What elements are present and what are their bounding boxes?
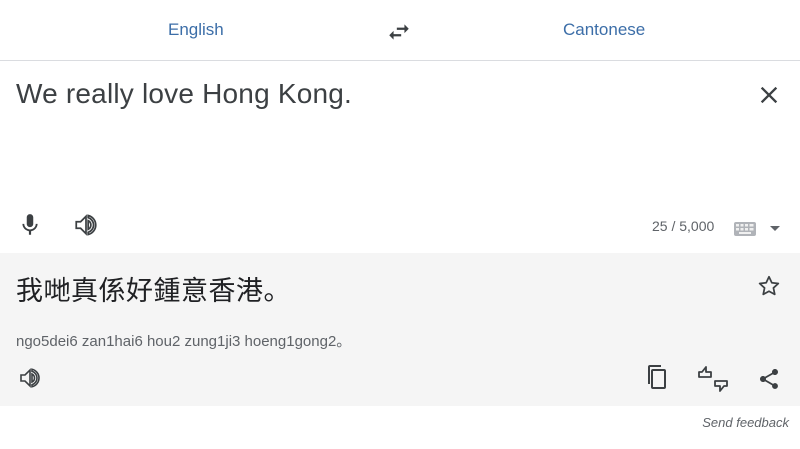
close-icon	[760, 86, 778, 104]
share-translation-button[interactable]	[757, 365, 781, 393]
keyboard-button[interactable]	[733, 221, 757, 237]
translation-panel: 我哋真係好鍾意香港。 ngo5dei6 zan1hai6 hou2 zung1j…	[0, 253, 800, 406]
share-icon	[760, 369, 778, 389]
star-icon	[758, 275, 780, 296]
source-language-button[interactable]: English	[168, 20, 224, 40]
microphone-icon	[22, 214, 38, 235]
language-bar: English Cantonese	[0, 0, 800, 61]
speaker-icon	[75, 214, 97, 236]
speaker-icon	[20, 368, 40, 388]
swap-languages-button[interactable]	[386, 19, 412, 45]
keyboard-options-dropdown[interactable]	[769, 224, 781, 234]
clear-text-button[interactable]	[755, 81, 783, 109]
rate-translation-button[interactable]	[697, 365, 729, 393]
voice-input-button[interactable]	[17, 211, 43, 239]
send-feedback-link[interactable]: Send feedback	[702, 415, 789, 430]
dropdown-arrow-icon	[770, 226, 780, 231]
swap-horiz-icon	[389, 24, 409, 40]
copy-icon	[648, 365, 666, 389]
copy-translation-button[interactable]	[645, 364, 669, 392]
translation-text: 我哋真係好鍾意香港。	[16, 276, 291, 307]
character-count: 25 / 5,000	[652, 218, 715, 234]
listen-translation-button[interactable]	[17, 366, 43, 390]
save-translation-button[interactable]	[756, 273, 782, 299]
romanization-text: ngo5dei6 zan1hai6 hou2 zung1ji3 hoeng1go…	[16, 333, 352, 350]
source-text-input[interactable]: We really love Hong Kong.	[16, 78, 352, 110]
target-language-button[interactable]: Cantonese	[563, 20, 645, 40]
listen-source-button[interactable]	[72, 212, 100, 238]
keyboard-icon	[734, 222, 756, 236]
source-panel: We really love Hong Kong. 25 / 5,000	[0, 61, 800, 253]
rate-thumbs-icon	[698, 366, 728, 392]
